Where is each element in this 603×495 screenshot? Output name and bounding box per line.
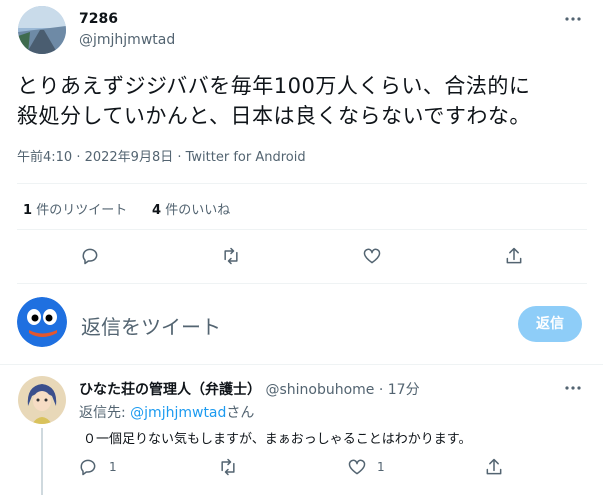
reply-author-handle[interactable]: @shinobuhome: [265, 382, 374, 398]
replying-to-prefix: 返信先:: [79, 405, 131, 421]
like-icon[interactable]: [345, 455, 369, 479]
retweet-label: 件のリツイート: [36, 203, 128, 218]
replying-to: 返信先: @jmjhjmwtadさん: [79, 402, 254, 422]
more-icon[interactable]: [564, 379, 582, 397]
reply-thread-line: [41, 428, 43, 495]
like-label: 件のいいね: [165, 203, 231, 218]
tweet-text-line: とりあえずジジババを毎年100万人くらい、合法的に: [17, 74, 531, 98]
like-stats[interactable]: 4 件のいいね: [152, 199, 230, 218]
share-icon[interactable]: [502, 244, 526, 268]
divider: [0, 364, 603, 365]
replying-to-suffix: さん: [226, 405, 255, 421]
reply-header: ひなた荘の管理人（弁護士） @shinobuhome · 17分: [79, 379, 420, 399]
reply-time[interactable]: · 17分: [379, 382, 420, 398]
reply-icon[interactable]: [78, 244, 102, 268]
reply-button[interactable]: 返信: [518, 306, 582, 342]
replying-to-handle[interactable]: @jmjhjmwtad: [130, 405, 226, 421]
reply-count: 1: [109, 460, 117, 474]
user-avatar[interactable]: [17, 297, 67, 347]
author-handle[interactable]: @jmjhjmwtad: [79, 32, 175, 48]
retweet-icon[interactable]: [216, 455, 240, 479]
share-icon[interactable]: [482, 455, 506, 479]
reply-author-name[interactable]: ひなた荘の管理人（弁護士）: [79, 382, 261, 398]
tweet-meta[interactable]: 午前4:10 · 2022年9月8日 · Twitter for Android: [17, 146, 306, 165]
divider: [17, 229, 587, 230]
tweet-text-line: 殺処分していかんと、日本は良くならないですわな。: [17, 104, 531, 128]
like-icon[interactable]: [360, 244, 384, 268]
author-name[interactable]: 7286: [79, 11, 118, 27]
divider: [17, 283, 587, 284]
reply-icon[interactable]: [76, 455, 100, 479]
reply-compose-input[interactable]: 返信をツイート: [81, 311, 481, 340]
tweet-text: とりあえずジジババを毎年100万人くらい、合法的に 殺処分していかんと、日本は良…: [17, 71, 531, 131]
author-avatar[interactable]: [18, 6, 66, 54]
retweet-count: 1: [23, 203, 33, 218]
divider: [17, 183, 587, 184]
like-count: 1: [377, 460, 385, 474]
like-count: 4: [152, 203, 162, 218]
retweet-icon[interactable]: [219, 244, 243, 268]
reply-text: ０一個足りない気もしますが、まぁおっしゃることはわかります。: [83, 432, 472, 447]
reply-author-avatar[interactable]: [18, 376, 66, 424]
more-icon[interactable]: [564, 10, 582, 28]
retweet-stats[interactable]: 1 件のリツイート: [23, 199, 127, 218]
